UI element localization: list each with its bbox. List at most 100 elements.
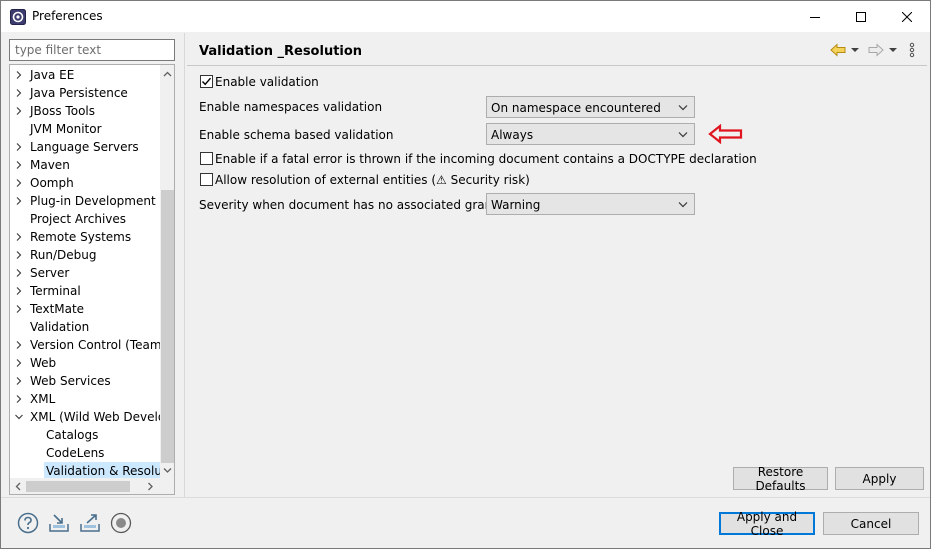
tree-item[interactable]: XML (Wild Web Develop xyxy=(10,408,160,426)
back-button[interactable] xyxy=(830,42,846,58)
back-history-dropdown[interactable] xyxy=(851,42,859,58)
filter-input[interactable] xyxy=(9,39,175,61)
export-button[interactable] xyxy=(79,512,101,534)
tree-item[interactable]: Terminal xyxy=(10,282,160,300)
severity-value: Warning xyxy=(491,198,541,212)
chevron-right-icon[interactable] xyxy=(14,304,24,314)
tree-item[interactable]: Run/Debug xyxy=(10,246,160,264)
tree-item-label: Remote Systems xyxy=(30,230,132,244)
apply-and-close-button[interactable]: Apply and Close xyxy=(719,510,815,538)
tree-item[interactable]: Maven xyxy=(10,156,160,174)
page-title: Validation _Resolution xyxy=(199,44,363,59)
chevron-right-icon[interactable] xyxy=(14,250,24,260)
tree-item[interactable]: XML xyxy=(10,390,160,408)
chevron-right-icon[interactable] xyxy=(14,178,24,188)
tree-item[interactable]: Java Persistence xyxy=(10,84,160,102)
tree-item-label: JVM Monitor xyxy=(30,122,102,136)
tree-item[interactable]: Plug-in Development xyxy=(10,192,160,210)
chevron-right-icon[interactable] xyxy=(14,268,24,278)
tree-item-label: Maven xyxy=(30,158,70,172)
view-menu-button[interactable] xyxy=(909,42,915,58)
title-bar[interactable]: Preferences xyxy=(1,1,930,32)
chevron-right-icon[interactable] xyxy=(14,358,24,368)
maximize-button[interactable] xyxy=(838,1,884,32)
fatal-doctype-checkbox[interactable] xyxy=(200,152,213,165)
scroll-left-arrow-icon xyxy=(15,482,21,491)
help-button[interactable] xyxy=(17,512,39,534)
namespaces-validation-label: Enable namespaces validation xyxy=(199,100,383,114)
severity-select[interactable]: Warning xyxy=(486,193,695,215)
tree-item[interactable]: Version Control (Team) xyxy=(10,336,160,354)
page-header: Validation _Resolution xyxy=(187,33,927,65)
forward-button[interactable] xyxy=(868,42,884,58)
tree-item[interactable]: Language Servers xyxy=(10,138,160,156)
window-title: Preferences xyxy=(32,9,103,23)
tree-item-label: Web xyxy=(30,356,57,370)
namespaces-validation-select[interactable]: On namespace encountered xyxy=(486,96,695,118)
tree-item[interactable]: CodeLens xyxy=(10,444,160,462)
tree-item[interactable]: Oomph xyxy=(10,174,160,192)
forward-history-dropdown[interactable] xyxy=(889,42,897,58)
horizontal-scroll-thumb[interactable] xyxy=(26,481,130,492)
import-button[interactable] xyxy=(48,512,70,534)
enable-validation-checkbox[interactable] xyxy=(200,75,213,88)
tree-item[interactable]: TextMate xyxy=(10,300,160,318)
chevron-right-icon[interactable] xyxy=(14,340,24,350)
tree-vertical-scrollbar[interactable] xyxy=(160,65,174,478)
enable-validation-label: Enable validation xyxy=(215,75,319,89)
forward-arrow-icon xyxy=(868,43,884,57)
header-separator xyxy=(187,65,927,66)
tree-item-label: Catalogs xyxy=(46,428,99,442)
tree-item[interactable]: Catalogs xyxy=(10,426,160,444)
record-button[interactable] xyxy=(110,512,132,534)
tree-item[interactable]: Server xyxy=(10,264,160,282)
tree-horizontal-scrollbar[interactable] xyxy=(10,478,160,494)
tree-item[interactable]: Java EE xyxy=(10,66,160,84)
chevron-right-icon[interactable] xyxy=(14,88,24,98)
chevron-right-icon[interactable] xyxy=(14,376,24,386)
close-button[interactable] xyxy=(884,1,930,32)
tree-item-label: Version Control (Team) xyxy=(30,338,160,352)
tree-item[interactable]: JBoss Tools xyxy=(10,102,160,120)
chevron-right-icon[interactable] xyxy=(14,142,24,152)
tree-item[interactable]: Web Services xyxy=(10,372,160,390)
chevron-right-icon[interactable] xyxy=(14,70,24,80)
tree-item[interactable]: Remote Systems xyxy=(10,228,160,246)
tree-item[interactable]: Validation xyxy=(10,318,160,336)
restore-defaults-button[interactable]: Restore Defaults xyxy=(733,465,828,493)
back-arrow-icon xyxy=(830,43,846,57)
minimize-button[interactable] xyxy=(792,1,838,32)
vertical-scroll-thumb[interactable] xyxy=(161,190,174,463)
chevron-right-icon[interactable] xyxy=(14,196,24,206)
apply-button[interactable]: Apply xyxy=(835,467,924,490)
tree-item-label: Terminal xyxy=(30,284,81,298)
tree-item-label: TextMate xyxy=(30,302,85,316)
chevron-right-icon[interactable] xyxy=(14,286,24,296)
tree-item-label: CodeLens xyxy=(46,446,105,460)
tree-item[interactable]: Web xyxy=(10,354,160,372)
tree-item-label: Validation xyxy=(30,320,90,334)
chevron-right-icon[interactable] xyxy=(14,232,24,242)
scroll-down-arrow-icon xyxy=(163,468,172,473)
tree-item[interactable]: JVM Monitor xyxy=(10,120,160,138)
import-icon xyxy=(49,514,69,532)
tree-item[interactable]: Project Archives xyxy=(10,210,160,228)
chevron-right-icon[interactable] xyxy=(14,106,24,116)
schema-validation-select[interactable]: Always xyxy=(486,123,695,145)
preference-tree[interactable]: Java EE Java Persistence JBoss Tools JVM Mo… xyxy=(9,64,175,495)
chevron-down-icon xyxy=(851,48,859,52)
chevron-right-icon[interactable] xyxy=(14,394,24,404)
cancel-button[interactable]: Cancel xyxy=(823,512,919,535)
close-icon xyxy=(902,11,912,22)
tree-item-label: Project Archives xyxy=(30,212,127,226)
scrollbar-corner xyxy=(160,478,174,494)
external-entities-checkbox[interactable] xyxy=(200,173,213,186)
scroll-right-arrow-icon xyxy=(148,482,153,491)
namespaces-validation-value: On namespace encountered xyxy=(491,101,661,115)
eclipse-preferences-icon xyxy=(10,9,26,25)
pane-sash[interactable] xyxy=(184,33,185,497)
chevron-right-icon[interactable] xyxy=(14,160,24,170)
external-entities-label: Allow resolution of external entities (⚠… xyxy=(215,173,530,187)
chevron-down-icon xyxy=(678,105,688,111)
chevron-down-icon[interactable] xyxy=(14,412,24,422)
